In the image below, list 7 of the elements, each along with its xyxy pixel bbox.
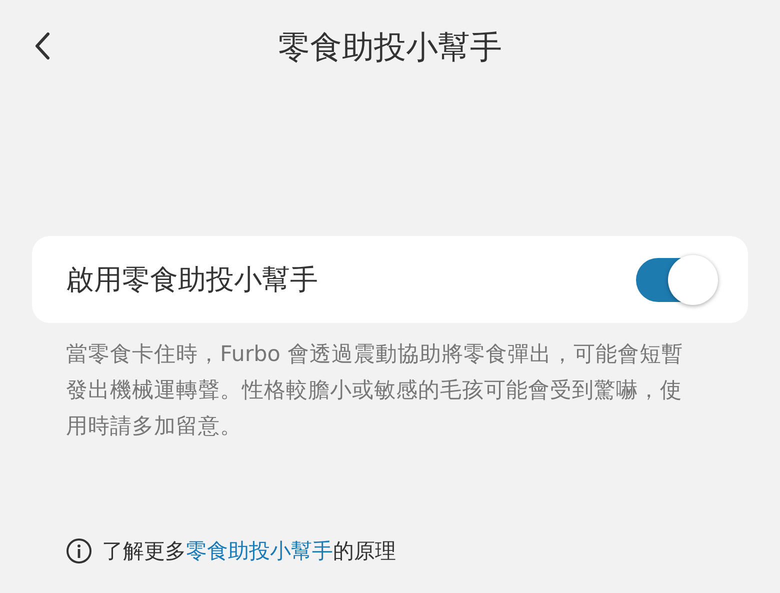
info-text: 了解更多零食助投小幫手的原理 (102, 538, 396, 565)
description-text: 當零食卡住時，Furbo 會透過震動協助將零食彈出，可能會短暫發出機械運轉聲。性格較膽小或敏感的毛孩可能會受到驚嚇，使用時請多加留意。 (65, 341, 684, 441)
setting-label: 啟用零食助投小幫手 (66, 262, 319, 298)
learn-more-link[interactable]: 零食助投小幫手 (186, 539, 333, 563)
back-icon (34, 32, 50, 60)
page-title: 零食助投小幫手 (278, 27, 502, 68)
info-icon (66, 538, 92, 564)
